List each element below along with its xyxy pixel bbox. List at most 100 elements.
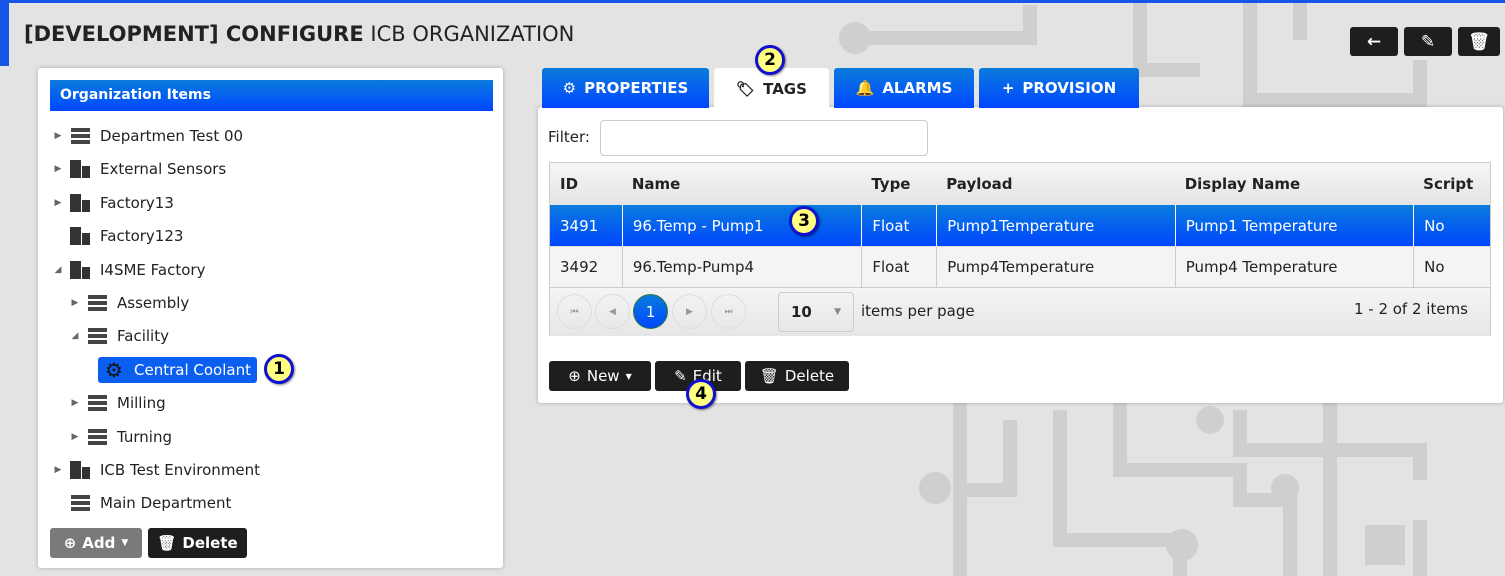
tab-properties[interactable]: ⚙ PROPERTIES [542,68,709,108]
expander-icon[interactable]: ◢ [69,331,81,341]
next-page-icon[interactable]: ▶ [672,294,707,329]
delete-tag-button[interactable]: 🗑 Delete [745,361,849,391]
expander-icon[interactable]: ▶ [69,398,81,408]
page-size-value: 10 [791,303,812,321]
plus-icon: + [1001,79,1015,97]
building-icon [70,193,90,212]
server-icon [87,394,107,412]
tree-node[interactable]: ▶ Assembly [69,290,190,316]
edit-icon: ✎ [674,367,687,385]
table-cell: Pump4Temperature [936,247,1174,287]
server-icon [87,327,107,345]
table-cell: Type [871,175,911,193]
new-label: New [586,367,620,385]
tree-node[interactable]: ▶ ICB Test Environment [52,457,260,483]
per-page-label: items per page [861,302,975,320]
tree-node[interactable]: ▶ Turning [69,424,172,450]
table-cell: 96.Temp - Pump1 [621,205,861,246]
table-cell: ID [560,175,579,193]
delete-tag-label: Delete [784,367,835,385]
expander-icon[interactable]: ▶ [52,131,64,141]
table-cell: Script [1423,175,1474,193]
tree-node[interactable]: ▶ External Sensors [52,156,226,182]
annotation-badge: 3 [789,206,819,236]
table-cell: Display Name [1184,175,1301,193]
tab-provision[interactable]: + PROVISION [979,68,1139,108]
tree-delete-button[interactable]: 🗑 Delete [148,528,247,558]
pencil-icon: ✎ [1420,31,1436,52]
server-icon [70,127,90,145]
tree-node[interactable]: ▶ Milling [69,390,166,416]
building-icon [70,260,90,279]
organization-panel: Organization Items ▶ Departmen Test 00 ▶ Ex… [38,68,503,568]
tree-node[interactable]: Factory123 [52,223,183,249]
gear-icon: ⚙ [105,357,123,382]
table-cell: Pump1 Temperature [1174,205,1413,246]
new-button[interactable]: ⊕ New ▼ [549,361,651,391]
table-cell: Pump4 Temperature [1174,247,1413,287]
tree-node-label: Assembly [117,294,190,312]
first-page-icon[interactable]: ⏮ [557,294,592,329]
tree-node[interactable]: Main Department [52,490,231,516]
tab-label: TAGS [763,80,807,98]
tree-node-label: Central Coolant [134,360,251,379]
caret-down-icon: ▼ [121,538,129,548]
page-1-button[interactable]: 1 [633,294,668,329]
expander-icon[interactable]: ▶ [52,164,64,174]
expander-icon[interactable]: ▶ [52,465,64,475]
caret-down-icon: ▼ [625,371,632,381]
table-cell: No [1413,247,1490,287]
tree-node-label: Factory13 [100,193,174,212]
table-row[interactable]: 3491 96.Temp - Pump1 Float Pump1Temperature… [550,205,1490,246]
table-cell: Payload [946,175,1013,193]
edit-button[interactable]: ✎ [1404,27,1452,56]
annotation-badge: 4 [686,379,716,409]
table-cell: 3491 [560,216,599,235]
plus-circle-icon: ⊕ [63,534,77,552]
tree-node[interactable]: ◢ Facility [69,323,169,349]
building-icon [70,227,90,246]
tree-node[interactable]: ▶ Factory13 [52,190,174,216]
annotation-badge: 2 [755,45,785,75]
back-button[interactable]: ← [1350,27,1398,56]
table-cell: Name [631,175,681,193]
tree-node-label: Departmen Test 00 [100,127,244,145]
table-cell: Pump1Temperature [936,205,1174,246]
pager-summary: 1 - 2 of 2 items [1353,300,1468,318]
tree-node[interactable]: ⚙ Central Coolant [86,356,257,383]
filter-input[interactable] [600,120,928,156]
table-header: ID Name Type Payload Display Name Script [550,163,1490,205]
gear-icon: ⚙ [562,79,577,97]
tree-node-label: I4SME Factory [100,260,206,279]
tab-alarms[interactable]: 🔔 ALARMS [834,68,974,108]
table-cell: No [1413,205,1490,246]
expander-icon[interactable]: ◢ [52,265,64,275]
building-icon [70,461,90,479]
title-rest: ICB ORGANIZATION [370,22,575,46]
prev-page-icon[interactable]: ◀ [595,294,630,329]
tags-table: ID Name Type Payload Display Name Script 3491… [549,162,1491,336]
plus-circle-icon: ⊕ [568,367,581,385]
page-size-select[interactable]: 10 ▼ [778,292,854,332]
expander-icon[interactable]: ▶ [69,298,81,308]
table-cell: 96.Temp-Pump4 [621,247,861,287]
table-row[interactable]: 3492 96.Temp-Pump4 Float Pump4Temperature Pu… [550,246,1490,287]
tree-node[interactable]: ▶ Departmen Test 00 [52,123,244,149]
expander-icon[interactable]: ▶ [52,198,64,208]
delete-button[interactable]: 🗑 [1458,27,1500,56]
tree-node-label: Facility [117,327,169,346]
tab-label: PROPERTIES [584,79,689,97]
top-accent-bar [0,0,1505,3]
pager: ⏮ ◀ 1 ▶ ⏭ 10 ▼ items per page 1 - 2 of 2 … [550,287,1490,336]
tree-node[interactable]: ◢ I4SME Factory [52,257,205,283]
add-button[interactable]: ⊕ Add ▼ [50,528,142,558]
last-page-icon[interactable]: ⏭ [711,294,746,329]
building-icon [70,160,90,179]
panel-header: Organization Items [50,80,493,111]
tag-icon: 🏷 [736,80,756,98]
expander-icon[interactable]: ▶ [69,432,81,442]
chevron-down-icon: ▼ [834,307,841,317]
tree-node-label: ICB Test Environment [100,461,261,479]
trash-icon: 🗑 [1468,31,1490,52]
delete-label: Delete [182,534,238,552]
